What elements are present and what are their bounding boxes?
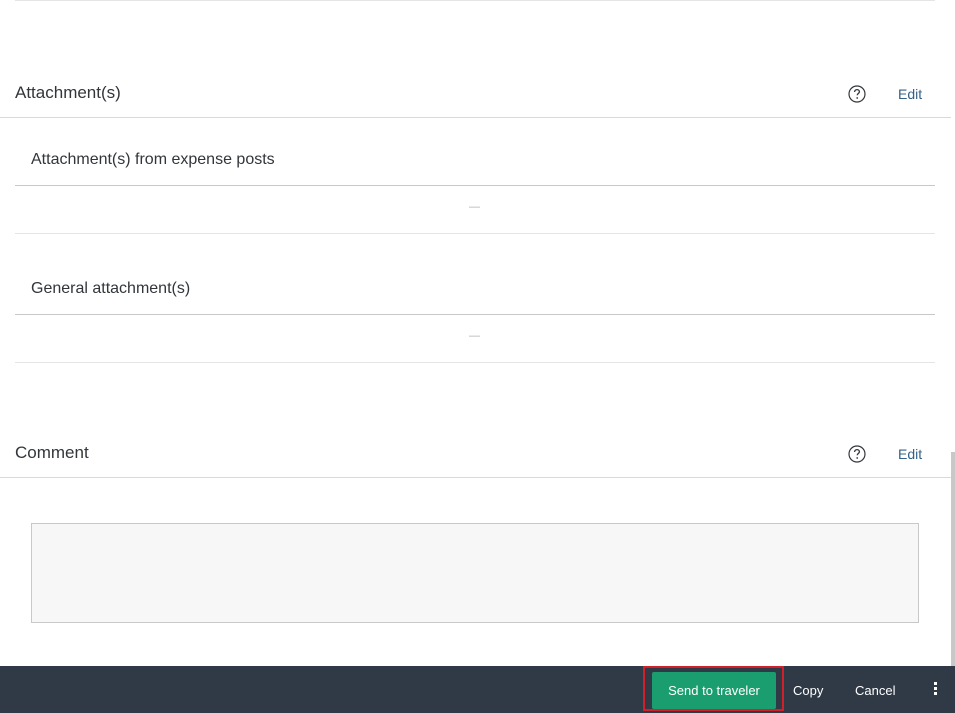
scrollbar[interactable] (951, 452, 955, 666)
general-attachments-title: General attachment(s) (31, 280, 191, 297)
send-to-traveler-button[interactable]: Send to traveler (652, 672, 776, 709)
help-circle-icon[interactable] (848, 445, 866, 463)
footer-toolbar: Send to traveler Copy Cancel (0, 666, 955, 713)
general-attachments-empty-row: — (15, 315, 935, 363)
vertical-dots-icon[interactable] (930, 682, 940, 702)
expense-posts-attachments-title: Attachment(s) from expense posts (31, 151, 275, 168)
attachments-edit-link[interactable]: Edit (898, 86, 922, 102)
comment-textarea[interactable] (31, 523, 919, 623)
comment-section-title: Comment (15, 443, 89, 462)
comment-edit-link[interactable]: Edit (898, 446, 922, 462)
cancel-button[interactable]: Cancel (855, 683, 895, 698)
copy-button[interactable]: Copy (793, 683, 823, 698)
divider (15, 0, 935, 1)
empty-value: — (469, 330, 480, 342)
expense-posts-attachments-empty-row: — (15, 186, 935, 234)
empty-value: — (469, 201, 480, 213)
expense-posts-attachments-header: Attachment(s) from expense posts (15, 137, 935, 186)
help-circle-icon[interactable] (848, 85, 866, 103)
attachments-section-title: Attachment(s) (15, 83, 121, 102)
expense-report-page: Attachment(s) Edit Attachment(s) from ex… (0, 0, 955, 713)
general-attachments-header: General attachment(s) (15, 266, 935, 315)
attachments-section-header: Attachment(s) Edit (0, 71, 951, 118)
comment-section-header: Comment Edit (0, 431, 951, 478)
